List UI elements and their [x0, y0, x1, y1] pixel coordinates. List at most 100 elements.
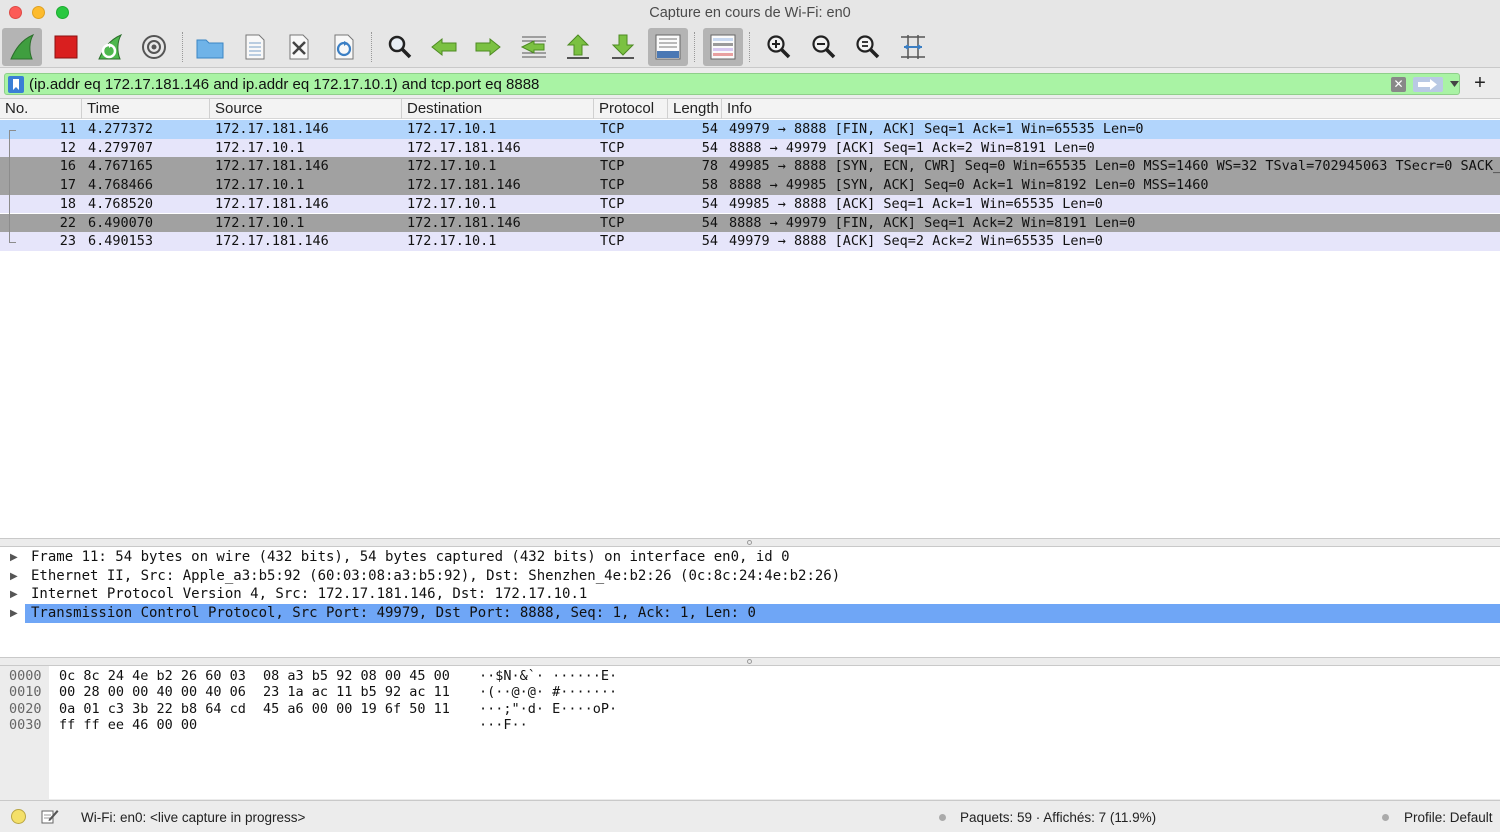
- packet-length: 54: [701, 233, 718, 250]
- status-interface: Wi-Fi: en0: <live capture in progress>: [81, 810, 306, 825]
- window-maximize-button[interactable]: [56, 6, 69, 19]
- go-to-packet-button[interactable]: [513, 28, 553, 66]
- packet-row[interactable]: 17 4.768466 172.17.10.1 172.17.181.146 TCP 58…: [0, 176, 1500, 195]
- packet-details-pane[interactable]: ▶ Frame 11: 54 bytes on wire (432 bits),…: [0, 547, 1500, 657]
- apply-filter-button[interactable]: [1413, 77, 1443, 92]
- filter-text[interactable]: (ip.addr eq 172.17.181.146 and ip.addr e…: [29, 75, 539, 94]
- packet-row[interactable]: 16 4.767165 172.17.181.146 172.17.10.1 TCP 78…: [0, 157, 1500, 177]
- autoscroll-button[interactable]: [648, 28, 688, 66]
- hex-bytes[interactable]: 00 28 00 00 40 00 40 06: [59, 684, 246, 700]
- clear-filter-button[interactable]: ✕: [1391, 77, 1406, 92]
- hex-bytes[interactable]: 23 1a ac 11 b5 92 ac 11: [263, 684, 450, 700]
- byte-offset: 0030: [9, 716, 42, 733]
- packet-source: 172.17.10.1: [215, 139, 305, 156]
- packet-destination: 172.17.181.146: [407, 214, 521, 231]
- column-header-info[interactable]: Info: [722, 99, 1500, 119]
- packet-source: 172.17.181.146: [215, 121, 329, 137]
- capture-comment-icon[interactable]: [41, 808, 59, 824]
- pane-splitter[interactable]: [0, 538, 1500, 547]
- byte-offset: 0000: [9, 668, 42, 684]
- colorize-button[interactable]: [703, 28, 743, 66]
- packet-length: 54: [701, 121, 718, 137]
- hex-bytes[interactable]: ff ff ee 46 00 00: [59, 717, 197, 733]
- start-capture-button[interactable]: [2, 28, 42, 66]
- status-profile[interactable]: Profile: Default: [1404, 809, 1493, 826]
- first-packet-button[interactable]: [558, 28, 598, 66]
- back-arrow-icon: [431, 37, 457, 57]
- filter-history-dropdown[interactable]: [1448, 77, 1460, 92]
- detail-row-ipv4[interactable]: ▶ Internet Protocol Version 4, Src: 172.…: [0, 585, 1500, 604]
- window-title: Capture en cours de Wi-Fi: en0: [649, 5, 851, 21]
- packet-source: 172.17.181.146: [215, 158, 329, 175]
- detail-row-frame[interactable]: ▶ Frame 11: 54 bytes on wire (432 bits),…: [0, 548, 1500, 567]
- expand-arrow-icon[interactable]: ▶: [10, 548, 20, 567]
- go-back-button[interactable]: [424, 28, 464, 66]
- last-packet-icon: [611, 34, 635, 59]
- display-filter-input[interactable]: (ip.addr eq 172.17.181.146 and ip.addr e…: [4, 73, 1460, 95]
- column-header-no[interactable]: No.: [0, 99, 82, 119]
- stop-capture-button[interactable]: [46, 28, 86, 66]
- window-close-button[interactable]: [9, 6, 22, 19]
- resize-columns-button[interactable]: [893, 28, 933, 66]
- close-file-button[interactable]: [279, 28, 319, 66]
- packet-destination: 172.17.181.146: [407, 177, 521, 194]
- detail-text: Transmission Control Protocol, Src Port:…: [25, 604, 1500, 624]
- hex-bytes[interactable]: 0c 8c 24 4e b2 26 60 03: [59, 668, 246, 684]
- save-file-button[interactable]: [235, 28, 275, 66]
- toolbar-separator: [694, 32, 695, 62]
- go-forward-button[interactable]: [468, 28, 508, 66]
- packets-indicator-icon: [939, 814, 946, 821]
- hex-bytes[interactable]: 0a 01 c3 3b 22 b8 64 cd: [59, 701, 246, 717]
- arrow-right-icon: [1418, 79, 1437, 90]
- status-bar: Wi-Fi: en0: <live capture in progress> P…: [0, 800, 1500, 832]
- find-packet-button[interactable]: [380, 28, 420, 66]
- detail-row-ethernet[interactable]: ▶ Ethernet II, Src: Apple_a3:b5:92 (60:0…: [0, 567, 1500, 586]
- colorize-icon: [710, 34, 736, 60]
- column-header-time[interactable]: Time: [82, 99, 210, 119]
- column-header-destination[interactable]: Destination: [402, 99, 594, 119]
- hex-bytes[interactable]: 45 a6 00 00 19 6f 50 11: [263, 701, 450, 717]
- ascii-bytes[interactable]: ··$N·&`· ······E·: [479, 668, 617, 684]
- packet-source: 172.17.10.1: [215, 177, 305, 194]
- expand-arrow-icon[interactable]: ▶: [10, 604, 20, 623]
- last-packet-button[interactable]: [603, 28, 643, 66]
- open-file-button[interactable]: [190, 28, 230, 66]
- packet-list[interactable]: No. Time Source Destination Protocol Len…: [0, 98, 1500, 538]
- expert-info-icon[interactable]: [11, 809, 26, 824]
- packet-row[interactable]: 22 6.490070 172.17.10.1 172.17.181.146 TCP 54…: [0, 213, 1500, 233]
- zoom-normal-icon: [856, 35, 880, 59]
- ascii-bytes[interactable]: ···F··: [479, 717, 528, 733]
- file-icon: [245, 34, 265, 60]
- column-header-protocol[interactable]: Protocol: [594, 99, 668, 119]
- hex-bytes[interactable]: 08 a3 b5 92 08 00 45 00: [263, 668, 450, 684]
- main-toolbar: [0, 26, 1500, 68]
- packet-row[interactable]: 12 4.279707 172.17.10.1 172.17.181.146 TCP 54…: [0, 138, 1500, 158]
- packet-length: 54: [701, 214, 718, 231]
- expand-arrow-icon[interactable]: ▶: [10, 567, 20, 586]
- packet-bytes-pane[interactable]: 0000 0c 8c 24 4e b2 26 60 03 08 a3 b5 92 0…: [0, 666, 1500, 799]
- window-minimize-button[interactable]: [32, 6, 45, 19]
- chevron-down-icon: [1449, 81, 1459, 87]
- add-filter-button[interactable]: +: [1472, 72, 1488, 94]
- packet-info: 49985 → 8888 [SYN, ECN, CWR] Seq=0 Win=6…: [729, 158, 1500, 175]
- expand-arrow-icon[interactable]: ▶: [10, 585, 20, 604]
- stop-icon: [54, 35, 78, 59]
- column-header-length[interactable]: Length: [668, 99, 722, 119]
- ascii-bytes[interactable]: ·(··@·@· #·······: [479, 684, 617, 700]
- bookmark-icon[interactable]: [8, 76, 24, 93]
- packet-row[interactable]: 18 4.768520 172.17.181.146 172.17.10.1 TCP 54…: [0, 194, 1500, 214]
- ascii-bytes[interactable]: ···;"·d· E····oP·: [479, 701, 617, 717]
- zoom-in-button[interactable]: [759, 28, 799, 66]
- search-icon: [388, 35, 412, 59]
- packet-row[interactable]: 11 4.277372 172.17.181.146 172.17.10.1 TCP 54…: [0, 120, 1500, 139]
- zoom-out-button[interactable]: [804, 28, 844, 66]
- reload-file-button[interactable]: [324, 28, 364, 66]
- capture-options-button[interactable]: [134, 28, 174, 66]
- detail-row-tcp[interactable]: ▶ Transmission Control Protocol, Src Por…: [0, 604, 1500, 624]
- column-header-source[interactable]: Source: [210, 99, 402, 119]
- packet-row[interactable]: 23 6.490153 172.17.181.146 172.17.10.1 TCP 54…: [0, 232, 1500, 251]
- pane-splitter[interactable]: [0, 657, 1500, 666]
- normal-size-button[interactable]: [848, 28, 888, 66]
- packet-protocol: TCP: [600, 121, 625, 137]
- restart-capture-button[interactable]: [90, 28, 130, 66]
